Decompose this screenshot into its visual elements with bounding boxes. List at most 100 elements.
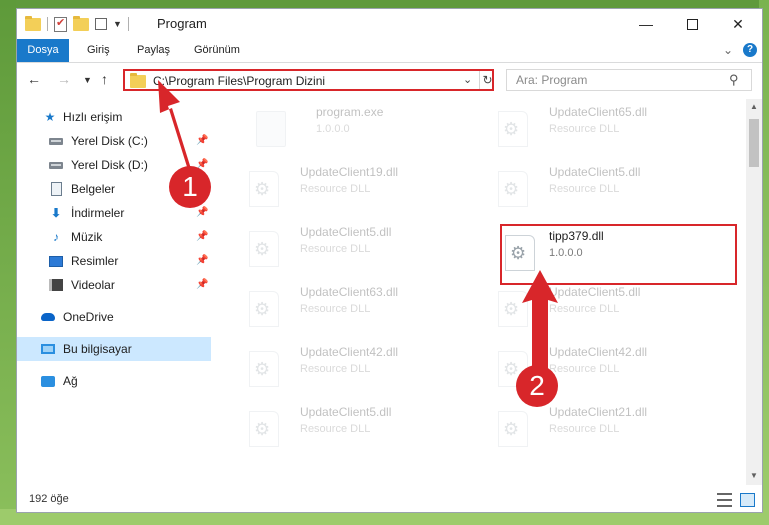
- file-type: Resource DLL: [300, 183, 371, 195]
- sidebar-item-label: Yerel Disk (D:): [71, 158, 148, 172]
- pin-icon[interactable]: 📌: [196, 279, 208, 290]
- file-item[interactable]: ⚙ UpdateClient19.dll Resource DLL: [239, 163, 469, 215]
- downloads-icon: ⬇: [50, 206, 62, 220]
- maximize-icon: [686, 18, 698, 30]
- file-name: UpdateClient21.dll: [549, 405, 648, 419]
- chevron-down-icon[interactable]: ▼: [113, 19, 122, 29]
- minimize-button[interactable]: —: [623, 9, 669, 39]
- file-type: Resource DLL: [549, 123, 620, 135]
- file-item[interactable]: ⚙ UpdateClient5.dll Resource DLL: [488, 163, 718, 215]
- forward-button[interactable]: →: [57, 71, 71, 87]
- network-icon: [41, 374, 55, 388]
- up-button[interactable]: ↑: [101, 71, 108, 87]
- sidebar-item-network[interactable]: Ağ: [17, 369, 211, 393]
- step-badge-2: 2: [516, 365, 558, 407]
- sidebar-item-label: Hızlı erişim: [63, 110, 123, 124]
- file-item[interactable]: ⚙ UpdateClient5.dll Resource DLL: [239, 403, 469, 455]
- search-icon[interactable]: ⚲: [729, 72, 739, 88]
- file-name: UpdateClient5.dll: [549, 165, 641, 179]
- file-explorer-window: ▼ Program — ✕ Dosya Giriş Paylaş Görünüm…: [16, 8, 763, 513]
- help-icon[interactable]: ?: [743, 43, 757, 57]
- tab-share[interactable]: Paylaş: [137, 39, 170, 62]
- details-view-icon[interactable]: [717, 493, 732, 507]
- tab-file[interactable]: Dosya: [17, 39, 69, 62]
- status-bar: 192 öğe: [17, 489, 762, 512]
- pin-icon[interactable]: 📌: [196, 255, 208, 266]
- search-box[interactable]: Ara: Program ⚲: [506, 69, 752, 91]
- folder-icon: [130, 73, 146, 88]
- address-bar[interactable]: C:\Program Files\Program Dizini ⌄ ↻: [123, 69, 494, 91]
- file-item[interactable]: ⚙ UpdateClient5.dll Resource DLL: [239, 223, 469, 275]
- tiles-view-icon[interactable]: [740, 493, 755, 507]
- scroll-up-icon[interactable]: ▲: [750, 102, 758, 111]
- file-type: Resource DLL: [300, 363, 371, 375]
- sidebar-item-quick-access[interactable]: ★ Hızlı erişim: [17, 105, 211, 129]
- file-type: Resource DLL: [549, 183, 620, 195]
- sidebar-item-label: Yerel Disk (C:): [71, 134, 148, 148]
- toolbar-separator: [47, 17, 48, 31]
- file-type: Resource DLL: [549, 423, 620, 435]
- toolbar-separator: [127, 17, 129, 31]
- file-type: Resource DLL: [300, 423, 371, 435]
- recent-locations-button[interactable]: ▼: [83, 75, 92, 85]
- file-item[interactable]: ⚙ UpdateClient65.dll Resource DLL: [488, 103, 718, 155]
- file-list: program.exe 1.0.0.0 ⚙ UpdateClient19.dll…: [224, 99, 746, 489]
- quick-access-toolbar: ▼: [25, 15, 129, 33]
- tab-view[interactable]: Görünüm: [194, 39, 240, 62]
- vertical-scrollbar[interactable]: ▲ ▼: [746, 99, 762, 485]
- sidebar-item-onedrive[interactable]: OneDrive: [17, 305, 211, 329]
- scrollbar-thumb[interactable]: [749, 119, 759, 167]
- sidebar-item-this-pc[interactable]: Bu bilgisayar: [17, 337, 211, 361]
- sidebar-item-label: Belgeler: [71, 182, 116, 196]
- scroll-down-icon[interactable]: ▼: [750, 471, 758, 480]
- search-input[interactable]: Ara: Program: [516, 73, 587, 87]
- pictures-icon: [49, 254, 63, 268]
- file-item[interactable]: ⚙ UpdateClient63.dll Resource DLL: [239, 283, 469, 335]
- window-title: Program: [157, 16, 207, 31]
- file-item[interactable]: ⚙ UpdateClient42.dll Resource DLL: [239, 343, 469, 395]
- sidebar-item-label: Resimler: [71, 254, 119, 268]
- file-item[interactable]: ⚙ UpdateClient5.dll Resource DLL: [488, 283, 718, 335]
- dll-file-icon: ⚙: [498, 111, 528, 147]
- back-button[interactable]: ←: [27, 71, 41, 87]
- close-button[interactable]: ✕: [715, 9, 761, 39]
- file-item[interactable]: ⚙ UpdateClient21.dll Resource DLL: [488, 403, 718, 455]
- sidebar-item-music[interactable]: ♪ Müzik 📌: [17, 225, 211, 249]
- sidebar-item-label: İndirmeler: [71, 206, 125, 220]
- folder-icon: [25, 15, 41, 31]
- properties-icon[interactable]: [54, 16, 67, 32]
- address-path[interactable]: C:\Program Files\Program Dizini: [153, 74, 325, 88]
- sidebar-item-label: Bu bilgisayar: [63, 342, 132, 356]
- file-item[interactable]: program.exe 1.0.0.0: [246, 103, 476, 155]
- file-name: UpdateClient63.dll: [300, 285, 399, 299]
- ribbon-tabs: Dosya Giriş Paylaş Görünüm ⌄ ?: [17, 39, 762, 63]
- customize-icon[interactable]: [95, 18, 107, 30]
- star-icon: ★: [44, 110, 56, 124]
- new-folder-icon[interactable]: [73, 15, 89, 31]
- sidebar-item-label: Videolar: [71, 278, 115, 292]
- file-item-highlighted[interactable]: ⚙ tipp379.dll 1.0.0.0: [500, 224, 737, 285]
- file-name: UpdateClient5.dll: [300, 225, 392, 239]
- file-name: UpdateClient5.dll: [300, 405, 392, 419]
- file-name: UpdateClient5.dll: [549, 285, 641, 299]
- dll-file-icon: ⚙: [249, 411, 279, 447]
- pin-icon[interactable]: 📌: [196, 135, 208, 146]
- pin-icon[interactable]: 📌: [196, 231, 208, 242]
- dll-file-icon: ⚙: [249, 351, 279, 387]
- tab-home[interactable]: Giriş: [87, 39, 110, 62]
- dll-file-icon: ⚙: [249, 291, 279, 327]
- chevron-down-icon[interactable]: ⌄: [463, 73, 472, 86]
- sidebar-item-videos[interactable]: Videolar 📌: [17, 273, 211, 297]
- refresh-button[interactable]: ↻: [479, 71, 495, 89]
- step-badge-1: 1: [169, 166, 211, 208]
- onedrive-icon: [41, 310, 55, 324]
- maximize-button[interactable]: [669, 9, 715, 39]
- dll-file-icon: ⚙: [249, 231, 279, 267]
- file-name: program.exe: [316, 105, 384, 119]
- file-name: UpdateClient65.dll: [549, 105, 648, 119]
- file-version: 1.0.0.0: [316, 123, 350, 135]
- expand-ribbon-icon[interactable]: ⌄: [723, 43, 733, 57]
- pin-icon[interactable]: 📌: [196, 207, 208, 218]
- sidebar-item-disk-c[interactable]: Yerel Disk (C:) 📌: [17, 129, 211, 153]
- sidebar-item-pictures[interactable]: Resimler 📌: [17, 249, 211, 273]
